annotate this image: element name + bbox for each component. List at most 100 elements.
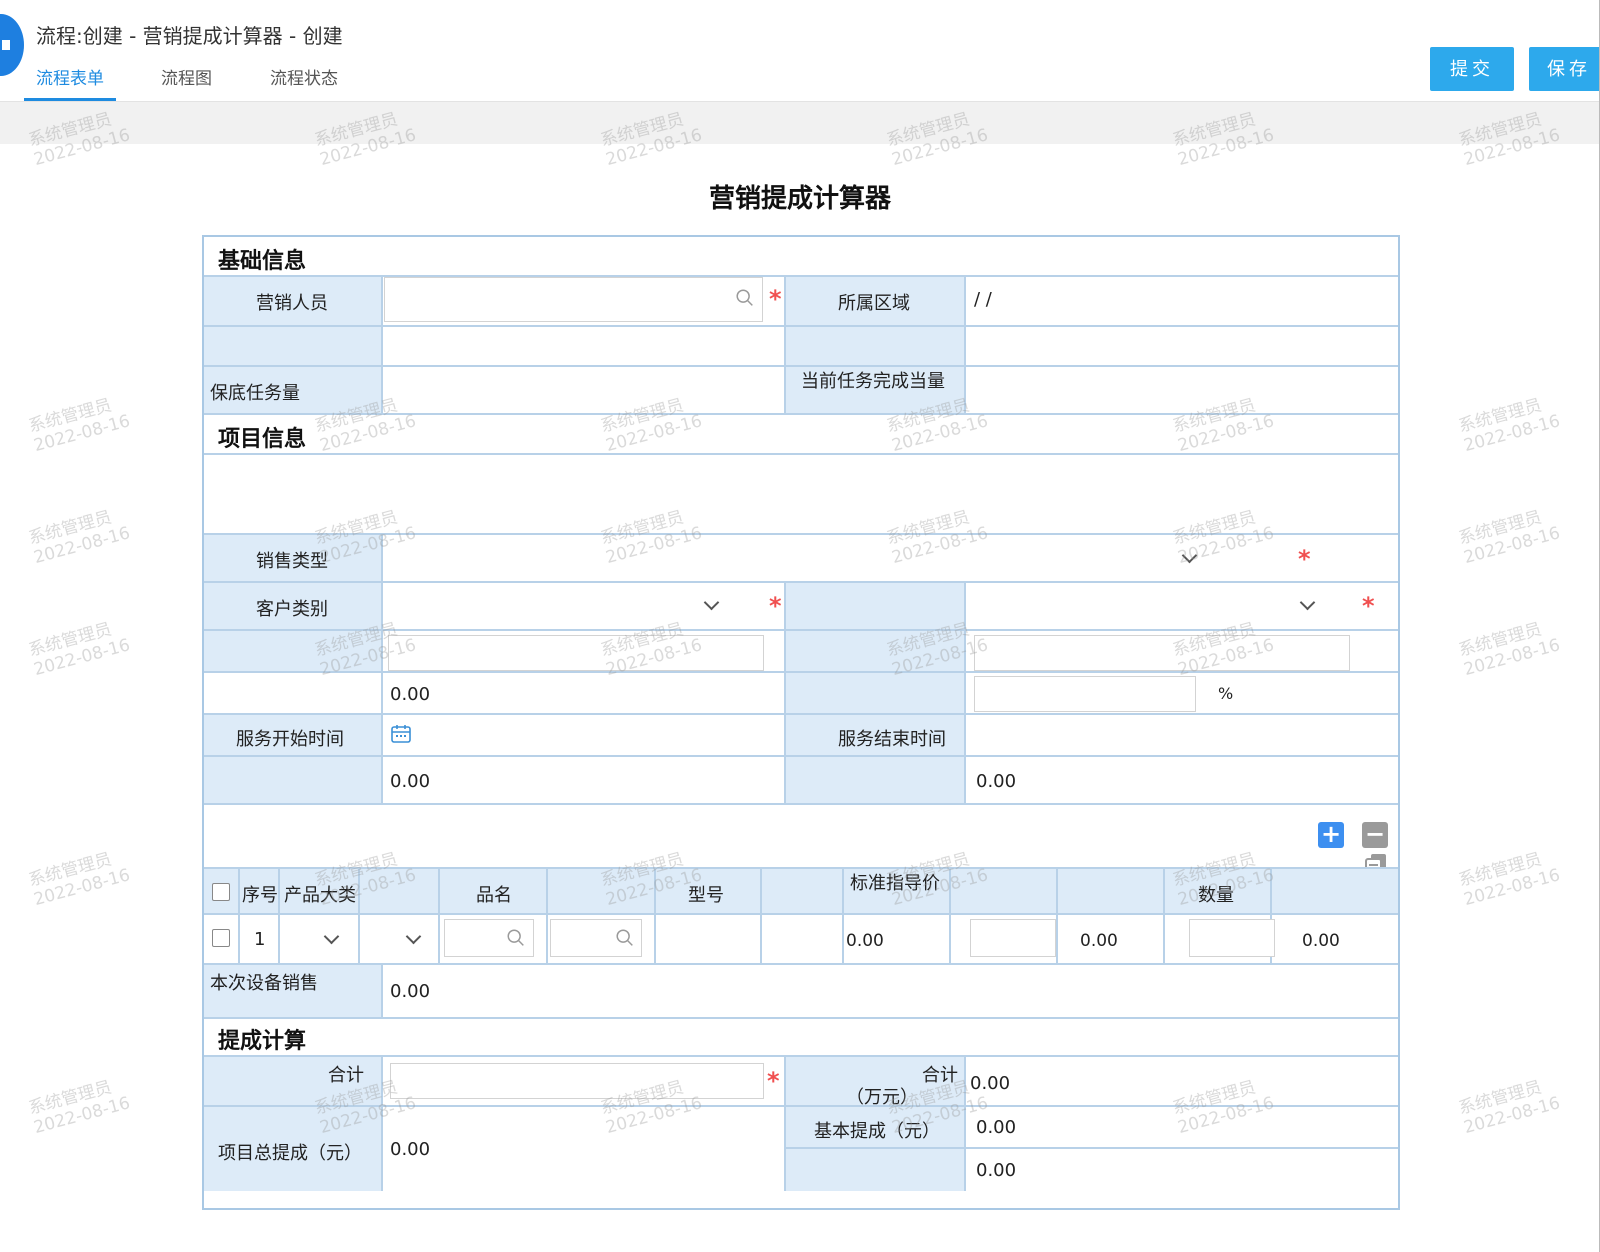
field-value: 0.00 [390, 771, 431, 792]
col-index-header: 序号 [242, 885, 278, 906]
watermark: 系统管理员 2022-08-16 [26, 395, 133, 457]
row-index: 1 [254, 929, 266, 950]
total2-label: 合计 [922, 1065, 958, 1086]
watermark: 系统管理员 2022-08-16 [26, 849, 133, 911]
label-cell [786, 757, 964, 803]
divider [546, 867, 548, 963]
salesperson-label: 营销人员 [256, 293, 328, 314]
total-label: 合计 [328, 1065, 364, 1086]
divider [381, 275, 383, 413]
text-input[interactable] [974, 635, 1350, 671]
text-input[interactable] [388, 635, 764, 671]
watermark: 系统管理员 2022-08-16 [1456, 395, 1563, 457]
watermark: 系统管理员 2022-08-16 [26, 507, 133, 569]
customer-type-label: 客户类别 [256, 599, 328, 620]
total-input[interactable] [390, 1063, 764, 1099]
sales-type-dropdown-chevron[interactable] [1181, 547, 1198, 564]
label-cell [204, 631, 381, 671]
total-value: 0.00 [1302, 931, 1340, 951]
watermark: 系统管理员 2022-08-16 [1456, 1077, 1563, 1139]
divider [204, 1017, 1398, 1019]
label-cell [204, 757, 381, 803]
subcategory-dropdown-chevron[interactable] [405, 928, 422, 945]
tab-process-form[interactable]: 流程表单 [36, 64, 104, 89]
divider [654, 867, 656, 963]
salesperson-input[interactable] [384, 277, 763, 322]
app-logo [0, 14, 24, 76]
base-task-label: 保底任务量 [210, 383, 300, 404]
search-icon[interactable] [614, 927, 636, 949]
divider [358, 867, 360, 963]
label-cell [786, 673, 964, 713]
label-cell [204, 327, 381, 365]
equipment-sales-value: 0.00 [390, 981, 431, 1002]
form-container: 基础信息 营销人员 * 所属区域 / / 保底任务量 当前任务完成当量 项目信息… [202, 235, 1400, 1210]
category-dropdown-chevron[interactable] [323, 928, 340, 945]
divider [1056, 867, 1058, 963]
divider [381, 1055, 383, 1191]
section-basic-title: 基础信息 [218, 249, 307, 274]
divider [381, 963, 383, 1017]
divider [784, 1055, 786, 1191]
col-model-header: 型号 [688, 885, 724, 906]
guide-price-value: 0.00 [846, 931, 884, 951]
divider [204, 453, 1398, 455]
required-marker: * [769, 285, 782, 313]
label-cell [786, 1149, 964, 1191]
price-input[interactable] [970, 919, 1056, 957]
dropdown-chevron[interactable] [1299, 594, 1316, 611]
divider [204, 413, 1398, 415]
required-marker: * [769, 592, 782, 620]
divider [278, 867, 280, 963]
percent-input[interactable] [974, 676, 1196, 712]
watermark: 系统管理员 2022-08-16 [1456, 619, 1563, 681]
select-all-checkbox[interactable] [212, 883, 230, 901]
divider [438, 867, 440, 963]
required-marker: * [767, 1067, 780, 1095]
service-end-label: 服务结束时间 [838, 729, 946, 750]
divider [204, 533, 1398, 535]
tab-process-chart[interactable]: 流程图 [161, 64, 212, 89]
sales-type-label: 销售类型 [256, 551, 328, 572]
submit-button[interactable]: 提交 [1430, 47, 1514, 91]
divider [949, 867, 951, 963]
calendar-icon[interactable] [390, 723, 412, 745]
required-marker: * [1298, 545, 1311, 573]
region-value: / / [974, 289, 992, 310]
add-row-button[interactable]: + [1318, 822, 1344, 848]
divider [204, 963, 1398, 965]
watermark: 系统管理员 2022-08-16 [1456, 507, 1563, 569]
page-title: 流程:创建 - 营销提成计算器 - 创建 [36, 24, 343, 48]
divider [842, 867, 844, 963]
divider [964, 275, 966, 413]
remove-row-button[interactable]: − [1362, 822, 1388, 848]
project-total-value: 0.00 [390, 1139, 431, 1160]
search-icon[interactable] [505, 927, 527, 949]
field-value: 0.00 [976, 771, 1017, 792]
customer-type-dropdown-chevron[interactable] [703, 594, 720, 611]
label-cell [786, 327, 964, 365]
col-quantity-header: 数量 [1198, 885, 1234, 906]
search-icon[interactable] [734, 287, 756, 309]
save-button[interactable]: 保存 [1529, 47, 1600, 91]
percent-unit: % [1218, 684, 1234, 703]
tab-process-status[interactable]: 流程状态 [270, 64, 338, 89]
base-commission-value: 0.00 [976, 1117, 1017, 1138]
form-title: 营销提成计算器 [708, 184, 891, 214]
row-checkbox[interactable] [212, 929, 230, 947]
section-project-title: 项目信息 [218, 427, 307, 452]
current-task-label: 当前任务完成当量 [801, 371, 945, 392]
project-total-label: 项目总提成（元） [218, 1143, 362, 1164]
divider [381, 533, 383, 803]
watermark: 系统管理员 2022-08-16 [1456, 849, 1563, 911]
total2-value: 0.00 [970, 1073, 1011, 1094]
extra-commission-value: 0.00 [976, 1160, 1017, 1181]
divider [1163, 867, 1165, 963]
amount-value: 0.00 [1080, 931, 1118, 951]
base-commission-label: 基本提成（元） [814, 1121, 940, 1142]
label-cell [786, 583, 964, 629]
quantity-input[interactable] [1189, 919, 1275, 957]
watermark: 系统管理员 2022-08-16 [26, 1077, 133, 1139]
divider [204, 803, 1398, 805]
col-category-header: 产品大类 [284, 885, 356, 906]
